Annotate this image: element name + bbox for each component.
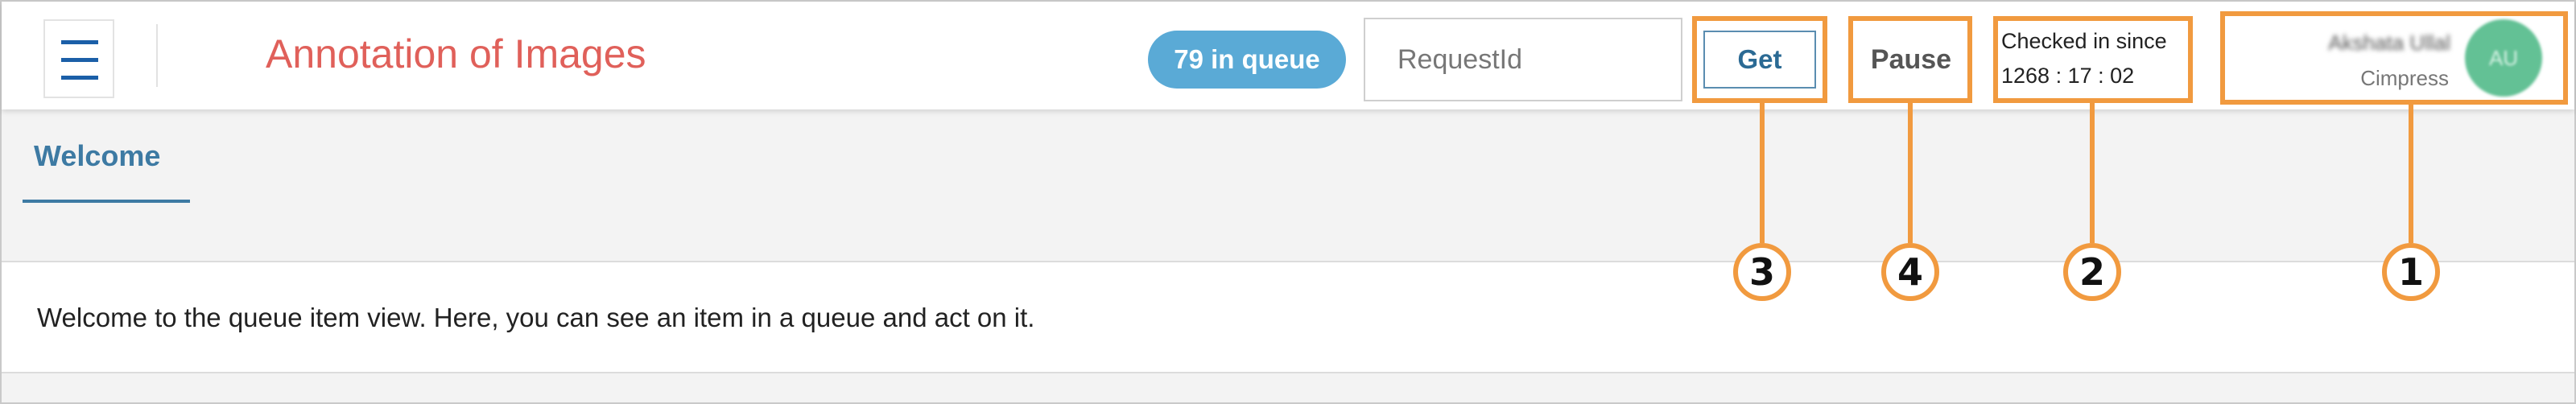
callout-line-4 bbox=[1908, 103, 1913, 243]
header-divider bbox=[156, 24, 158, 87]
callout-number-4: 4 bbox=[1881, 243, 1939, 301]
request-id-input[interactable] bbox=[1364, 18, 1682, 101]
hamburger-menu-icon-bar bbox=[61, 58, 98, 62]
tab-welcome-label: Welcome bbox=[34, 139, 161, 172]
tab-welcome[interactable]: Welcome bbox=[23, 134, 190, 203]
callout-box-pause bbox=[1848, 16, 1972, 103]
app-title: Annotation of Images bbox=[266, 31, 646, 76]
callout-number-3: 3 bbox=[1733, 243, 1791, 301]
callout-box-checkin bbox=[1993, 16, 2193, 103]
hamburger-menu-button[interactable] bbox=[43, 19, 114, 98]
welcome-message: Welcome to the queue item view. Here, yo… bbox=[37, 303, 1035, 332]
callout-box-user bbox=[2220, 11, 2568, 105]
callout-line-2 bbox=[2090, 103, 2095, 243]
callout-box-get bbox=[1692, 16, 1827, 103]
callout-number-1: 1 bbox=[2382, 243, 2440, 301]
callout-number-2: 2 bbox=[2063, 243, 2121, 301]
callout-line-3 bbox=[1760, 103, 1765, 243]
callout-line-1 bbox=[2409, 105, 2413, 243]
welcome-panel: Welcome to the queue item view. Here, yo… bbox=[2, 261, 2574, 373]
app-window: Annotation of Images 79 in queue Get Pau… bbox=[0, 0, 2576, 404]
hamburger-menu-icon-bar bbox=[61, 76, 98, 80]
queue-count-badge: 79 in queue bbox=[1148, 31, 1346, 89]
hamburger-menu-icon bbox=[61, 40, 98, 44]
